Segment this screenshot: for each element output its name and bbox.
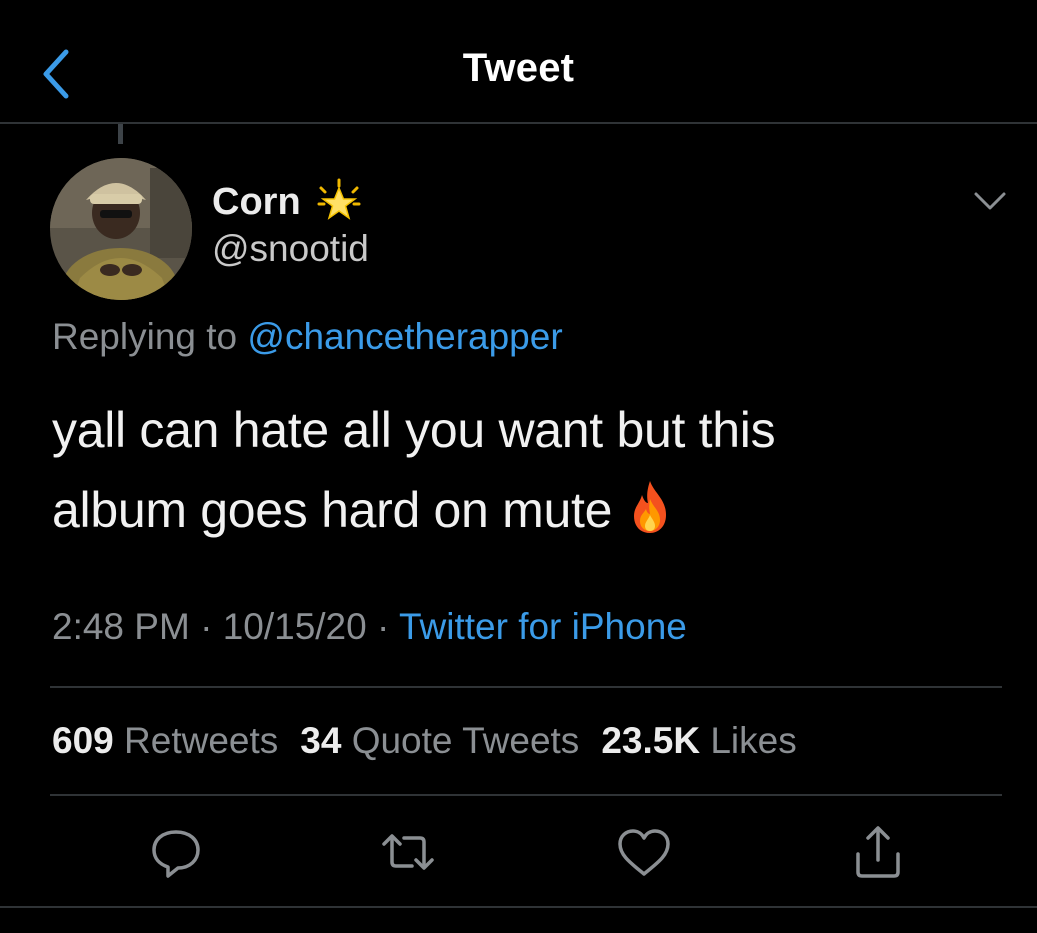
author-handle[interactable]: @snootid xyxy=(212,228,369,270)
thread-connector-line xyxy=(118,124,123,144)
more-options-button[interactable] xyxy=(972,186,1008,216)
author-name-row[interactable]: Corn xyxy=(212,178,363,226)
page-title: Tweet xyxy=(462,46,575,90)
share-icon xyxy=(856,826,900,878)
tweet-date: 10/15/20 xyxy=(222,606,367,647)
divider xyxy=(50,794,1002,796)
meta-dot: · xyxy=(377,606,390,647)
like-button[interactable] xyxy=(614,822,674,882)
glowing-star-icon xyxy=(317,178,361,220)
likes-label: Likes xyxy=(710,720,797,761)
tweet-text-line-1: yall can hate all you want but this xyxy=(52,402,776,458)
avatar-image xyxy=(50,158,192,300)
tweet-source-link[interactable]: Twitter for iPhone xyxy=(399,606,687,647)
fire-icon xyxy=(634,481,667,533)
tweet-meta: 2:48 PM · 10/15/20 · Twitter for iPhone xyxy=(52,606,687,648)
retweet-icon xyxy=(382,834,434,870)
avatar[interactable] xyxy=(50,158,192,300)
author-display-name: Corn xyxy=(212,180,301,223)
divider xyxy=(50,686,1002,688)
tweet-text: yall can hate all you want but this albu… xyxy=(52,390,992,550)
likes-count: 23.5K xyxy=(601,720,701,761)
retweets-label: Retweets xyxy=(124,720,279,761)
retweets-stat[interactable]: 609 Retweets xyxy=(52,720,278,761)
bottom-divider xyxy=(0,906,1037,908)
quote-tweets-label: Quote Tweets xyxy=(351,720,580,761)
chevron-down-icon xyxy=(974,192,1006,210)
reply-button[interactable] xyxy=(146,822,206,882)
tweet-text-line-2: album goes hard on mute xyxy=(52,482,613,538)
tweet-actions-bar xyxy=(0,822,1037,882)
like-icon xyxy=(618,829,670,876)
tweet-stats: 609 Retweets 34 Quote Tweets 23.5K Likes xyxy=(52,720,819,762)
retweets-count: 609 xyxy=(52,720,114,761)
retweet-button[interactable] xyxy=(378,822,438,882)
quote-tweets-count: 34 xyxy=(300,720,342,761)
replying-to-handle-link[interactable]: @chancetherapper xyxy=(247,316,562,357)
reply-icon xyxy=(152,830,200,878)
share-button[interactable] xyxy=(848,822,908,882)
header-bar: Tweet xyxy=(0,0,1037,124)
likes-stat[interactable]: 23.5K Likes xyxy=(601,720,796,761)
tweet-time: 2:48 PM xyxy=(52,606,190,647)
replying-prefix: Replying to xyxy=(52,316,238,357)
replying-to-line: Replying to @chancetherapper xyxy=(52,316,563,358)
meta-dot: · xyxy=(200,606,213,647)
quote-tweets-stat[interactable]: 34 Quote Tweets xyxy=(300,720,579,761)
